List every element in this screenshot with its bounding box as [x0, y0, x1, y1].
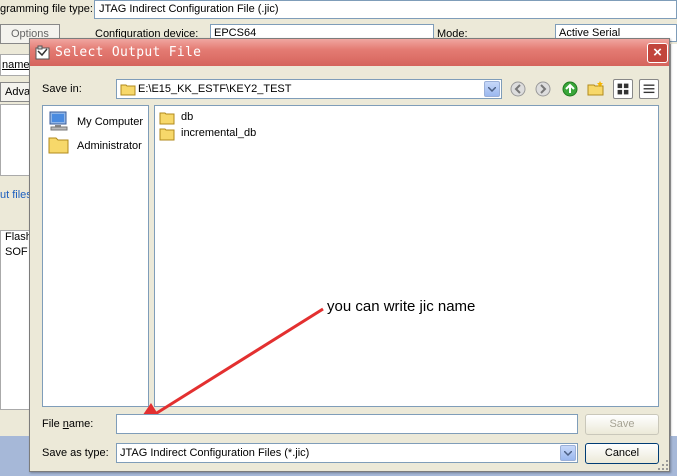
- place-label: My Computer: [77, 116, 144, 128]
- new-folder-icon[interactable]: [586, 79, 606, 99]
- save-in-path: E:\E15_KK_ESTF\KEY2_TEST: [138, 83, 292, 95]
- place-label: Administrator: [77, 140, 142, 152]
- chevron-down-icon[interactable]: [484, 81, 500, 97]
- dialog-title: Select Output File: [55, 45, 202, 60]
- save-in-label: Save in:: [42, 83, 82, 95]
- save-button[interactable]: Save: [585, 414, 659, 435]
- right-panel-edge: [670, 44, 677, 464]
- save-in-combo[interactable]: E:\E15_KK_ESTF\KEY2_TEST: [116, 79, 502, 99]
- file-list[interactable]: db incremental_db: [154, 105, 659, 407]
- file-name-input[interactable]: [116, 414, 578, 434]
- list-view-icon[interactable]: [639, 79, 659, 99]
- back-icon[interactable]: [508, 79, 528, 99]
- file-name-fragment: name: [0, 54, 30, 76]
- save-as-type-select[interactable]: JTAG Indirect Configuration Files (*.jic…: [116, 443, 578, 463]
- save-as-type-value: JTAG Indirect Configuration Files (*.jic…: [120, 447, 310, 459]
- options-panel: [0, 104, 30, 176]
- folder-icon: [120, 84, 136, 96]
- folder-icon: [159, 128, 175, 141]
- input-files-list: Flash SOF: [0, 230, 30, 410]
- select-output-file-dialog: Select Output File × Save in: E:\E15_KK_…: [29, 38, 670, 472]
- quartus-app-icon: [35, 45, 50, 60]
- chevron-down-icon[interactable]: [560, 445, 576, 461]
- places-bar: My Computer Administrator: [42, 105, 149, 407]
- folder-icon: [159, 112, 175, 125]
- programming-file-type-row: gramming file type: JTAG Indirect Config…: [0, 0, 677, 20]
- cancel-button[interactable]: Cancel: [585, 443, 659, 464]
- annotation-text: you can write jic name: [327, 298, 476, 315]
- programming-file-type-label: gramming file type:: [0, 3, 93, 15]
- place-my-computer[interactable]: My Computer: [47, 110, 147, 132]
- input-files-label: ut files: [0, 189, 30, 201]
- place-administrator[interactable]: Administrator: [47, 134, 147, 156]
- file-name: db: [181, 111, 194, 123]
- folder-icon: [48, 137, 69, 154]
- list-item[interactable]: Flash: [1, 231, 29, 246]
- up-folder-icon[interactable]: [560, 79, 580, 99]
- programming-file-type-select[interactable]: JTAG Indirect Configuration File (.jic): [94, 0, 677, 19]
- list-item[interactable]: SOF: [1, 246, 29, 261]
- computer-icon: [49, 111, 68, 131]
- resize-grip-icon[interactable]: [657, 459, 669, 471]
- close-button[interactable]: ×: [647, 43, 668, 63]
- save-as-type-label: Save as type:: [42, 447, 109, 459]
- dialog-titlebar[interactable]: Select Output File ×: [30, 39, 669, 66]
- view-icons-icon[interactable]: [613, 79, 633, 99]
- file-name: incremental_db: [181, 127, 257, 139]
- advanced-button[interactable]: Adva: [0, 82, 30, 102]
- forward-icon[interactable]: [533, 79, 553, 99]
- file-name-label: File name:: [42, 418, 94, 430]
